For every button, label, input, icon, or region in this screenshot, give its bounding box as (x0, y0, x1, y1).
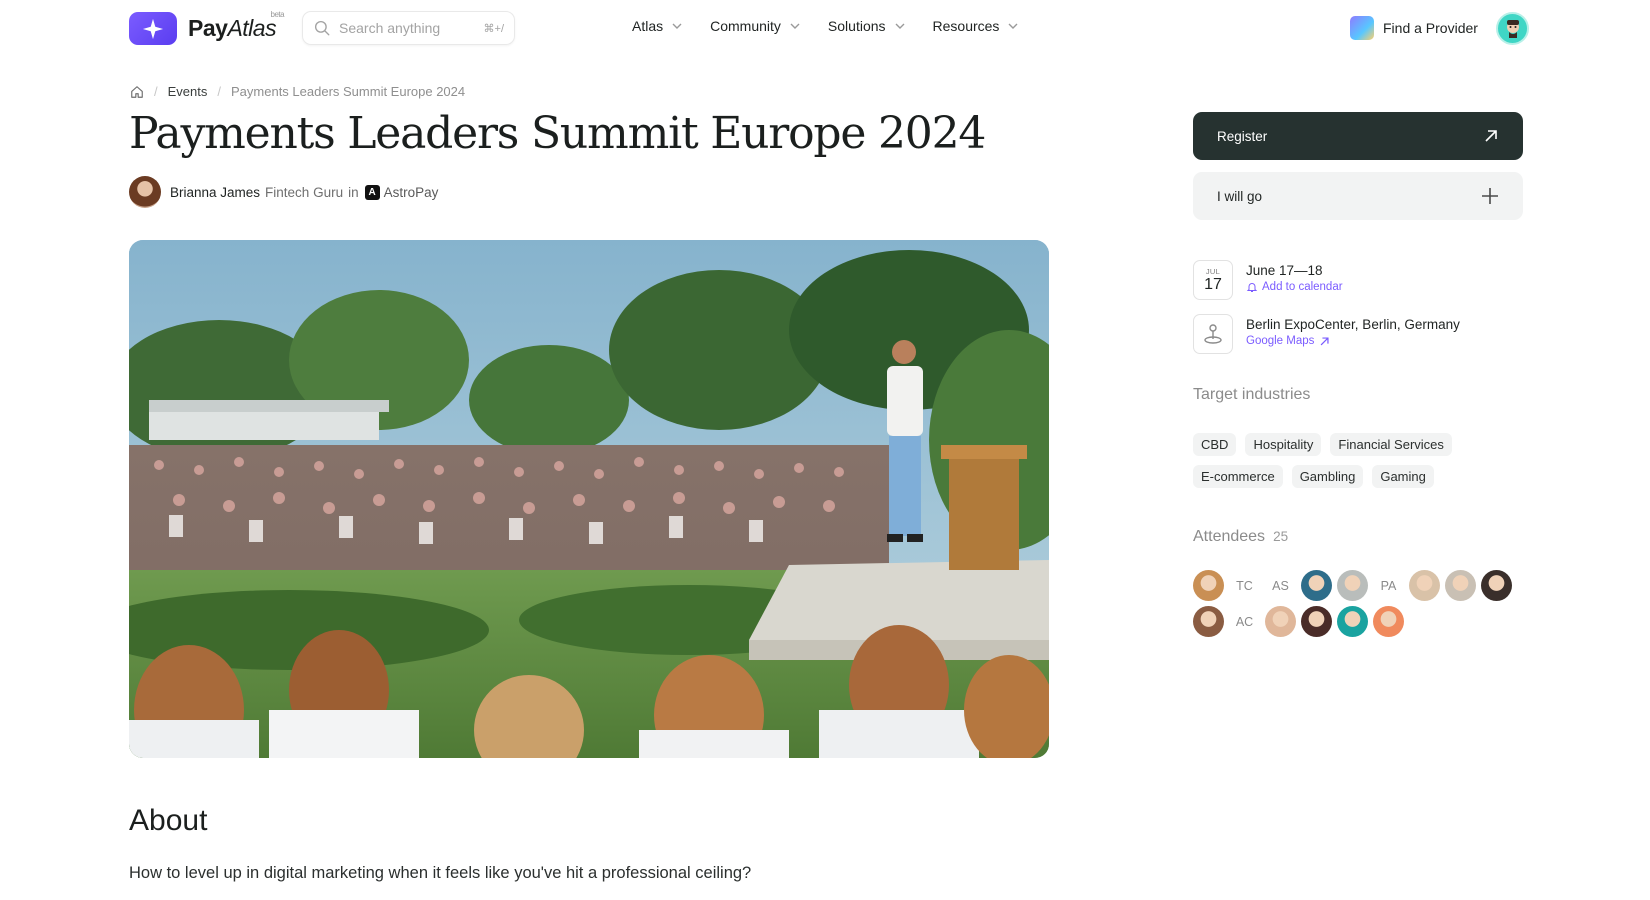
hero-illustration (129, 240, 1049, 758)
register-label: Register (1217, 128, 1268, 144)
nav-label: Atlas (632, 18, 664, 34)
author-connector: in (348, 184, 359, 200)
industry-tag[interactable]: CBD (1193, 433, 1237, 456)
bell-icon (1246, 283, 1258, 292)
event-date: JUL 17 June 17—18 Add to calendar (1193, 260, 1343, 300)
find-provider-link[interactable]: Find a Provider (1350, 16, 1478, 40)
event-location: Berlin ExpoCenter, Berlin, Germany Googl… (1193, 314, 1460, 354)
attendee-avatar[interactable]: AS (1265, 570, 1296, 601)
astropay-logo-icon: A (364, 184, 380, 200)
google-maps-link[interactable]: Google Maps (1246, 335, 1460, 347)
attendee-avatar[interactable]: TC (1229, 570, 1260, 601)
breadcrumb-current: Payments Leaders Summit Europe 2024 (231, 84, 466, 99)
add-to-calendar-link[interactable]: Add to calendar (1246, 281, 1343, 293)
add-to-calendar-label: Add to calendar (1262, 281, 1343, 293)
nav-item-resources[interactable]: Resources (933, 18, 1020, 34)
sparkle-icon (129, 12, 177, 45)
attendee-avatar[interactable] (1337, 570, 1368, 601)
author-role: Fintech Guru (265, 184, 344, 200)
google-maps-label: Google Maps (1246, 335, 1315, 347)
attendee-avatars: TC AS PA AC (1193, 570, 1523, 642)
beta-badge: beta (270, 10, 285, 19)
logo-text-atlas: Atlas (227, 15, 277, 41)
avatar-face-icon (1506, 19, 1519, 38)
main-nav: Atlas Community Solutions Resources (632, 18, 1046, 34)
attendees-label: Attendees (1193, 528, 1266, 545)
attendee-avatar[interactable] (1481, 570, 1512, 601)
attendee-avatar[interactable] (1409, 570, 1440, 601)
about-text: How to level up in digital marketing whe… (129, 864, 752, 882)
page-title: Payments Leaders Summit Europe 2024 (129, 108, 986, 159)
date-range: June 17—18 (1246, 263, 1323, 278)
nav-item-atlas[interactable]: Atlas (632, 18, 683, 34)
nav-label: Solutions (827, 18, 886, 34)
nav-item-community[interactable]: Community (710, 18, 801, 34)
date-details: June 17—18 Add to calendar (1246, 260, 1343, 300)
arrow-up-right-icon (1485, 130, 1497, 142)
industry-tag[interactable]: Gaming (1372, 465, 1434, 488)
chevron-down-icon (1008, 23, 1018, 29)
attendee-avatar[interactable] (1193, 606, 1224, 637)
search-icon (314, 20, 330, 36)
chevron-down-icon (672, 23, 682, 29)
location-details: Berlin ExpoCenter, Berlin, Germany Googl… (1246, 314, 1460, 354)
date-day: 17 (1204, 275, 1222, 293)
calendar-date-icon: JUL 17 (1193, 260, 1233, 300)
attendee-avatar[interactable] (1337, 606, 1368, 637)
target-industries-heading: Target industries (1193, 386, 1311, 403)
company-name[interactable]: AstroPay (384, 185, 439, 200)
attendee-avatar[interactable] (1193, 570, 1224, 601)
industry-tag[interactable]: Financial Services (1330, 433, 1452, 456)
logo-text-pay: Pay (188, 15, 228, 41)
attendees-count: 25 (1273, 529, 1289, 544)
arrow-up-right-icon (1321, 336, 1329, 345)
author-avatar[interactable] (129, 176, 161, 208)
attendee-avatar[interactable] (1373, 606, 1404, 637)
breadcrumb-events[interactable]: Events (168, 84, 208, 99)
logo[interactable]: PayAtlas beta (129, 10, 285, 45)
register-button[interactable]: Register (1193, 112, 1523, 160)
map-pin-icon (1193, 314, 1233, 354)
industry-tags: CBD Hospitality Financial Services E-com… (1193, 433, 1533, 497)
search-box[interactable]: ⌘+/ (302, 11, 515, 45)
event-hero-image (129, 240, 1049, 758)
attendee-avatar[interactable] (1445, 570, 1476, 601)
user-avatar[interactable] (1496, 12, 1529, 45)
breadcrumb-separator: / (217, 84, 221, 99)
nav-label: Community (710, 18, 781, 34)
logo-wordmark: PayAtlas beta (188, 10, 285, 42)
nav-label: Resources (932, 18, 1000, 34)
attendees-heading: Attendees 25 (1193, 528, 1288, 546)
search-input[interactable] (339, 20, 469, 36)
date-month: JUL (1205, 266, 1221, 276)
find-provider-label: Find a Provider (1383, 20, 1478, 36)
nav-item-solutions[interactable]: Solutions (828, 18, 906, 34)
i-will-go-label: I will go (1217, 188, 1263, 204)
attendee-avatar[interactable] (1301, 606, 1332, 637)
plus-icon (1482, 188, 1498, 204)
top-navbar: PayAtlas beta ⌘+/ Atlas Community Soluti… (0, 0, 1650, 56)
search-shortcut: ⌘+/ (483, 22, 504, 35)
chevron-down-icon (895, 23, 905, 29)
location-name: Berlin ExpoCenter, Berlin, Germany (1246, 317, 1460, 332)
attendee-avatar[interactable] (1265, 606, 1296, 637)
home-icon[interactable] (130, 85, 144, 99)
author-byline: Brianna James Fintech Guru in A AstroPay (129, 176, 438, 208)
industry-tag[interactable]: Hospitality (1245, 433, 1322, 456)
provider-icon (1350, 16, 1374, 40)
industry-tag[interactable]: Gambling (1291, 465, 1364, 488)
attendee-avatar[interactable] (1301, 570, 1332, 601)
attendee-avatar[interactable]: PA (1373, 570, 1404, 601)
about-heading: About (129, 804, 208, 837)
chevron-down-icon (790, 23, 800, 29)
i-will-go-button[interactable]: I will go (1193, 172, 1523, 220)
breadcrumb: / Events / Payments Leaders Summit Europ… (130, 84, 465, 99)
industry-tag[interactable]: E-commerce (1193, 465, 1283, 488)
author-name[interactable]: Brianna James (170, 185, 260, 200)
attendee-avatar[interactable]: AC (1229, 606, 1260, 637)
breadcrumb-separator: / (154, 84, 158, 99)
